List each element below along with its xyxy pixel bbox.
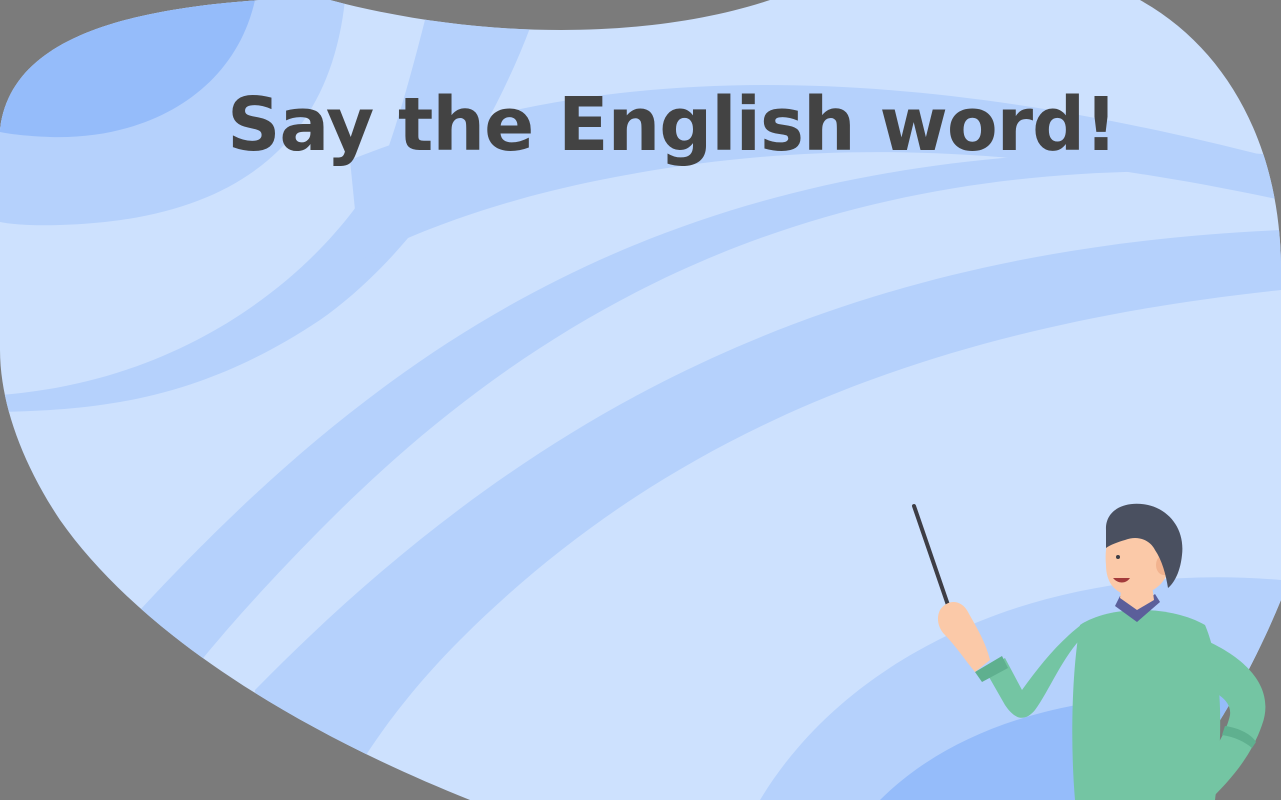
sweater-body [1072, 610, 1221, 800]
slide: Say the English word! [0, 0, 1281, 800]
slide-title: Say the English word! [227, 82, 1118, 168]
